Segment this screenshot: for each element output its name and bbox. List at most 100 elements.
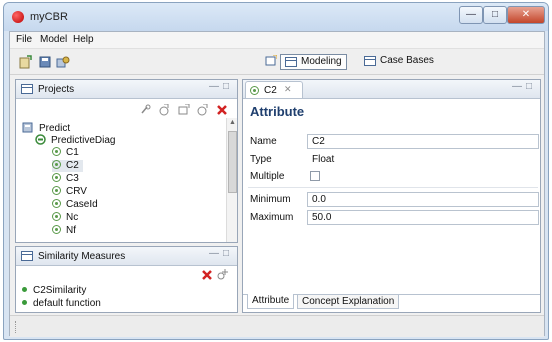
editor-header: C2 ✕ — □ xyxy=(243,80,540,99)
type-label: Type xyxy=(250,154,272,165)
minimize-button[interactable]: — xyxy=(459,6,483,24)
attribute-name: Nc xyxy=(66,212,79,223)
maximize-editor-icon[interactable]: □ xyxy=(526,82,536,93)
close-window-button[interactable]: ✕ xyxy=(507,6,545,24)
attribute-icon xyxy=(52,212,61,221)
case-bases-perspective-icon xyxy=(364,56,376,66)
name-field[interactable]: C2 xyxy=(307,134,539,149)
perspective-modeling-label: Modeling xyxy=(301,56,342,67)
tree-project-predict[interactable]: Predict xyxy=(22,122,70,134)
maximum-label: Maximum xyxy=(250,212,294,223)
window-title: myCBR xyxy=(30,11,68,23)
tab-concept-explanation[interactable]: Concept Explanation xyxy=(297,294,400,309)
tree-attribute-crv[interactable]: CRV xyxy=(52,186,87,198)
attribute-editor: C2 ✕ — □ Attribute Name C2 Type Float Mu… xyxy=(242,79,541,313)
multiple-label: Multiple xyxy=(250,171,285,182)
editor-tab-c2[interactable]: C2 ✕ xyxy=(245,81,303,98)
add-icon[interactable] xyxy=(217,269,228,280)
similarity-view-title: Similarity Measures xyxy=(38,251,126,262)
similarity-view-header: Similarity Measures — □ xyxy=(16,247,237,266)
tree-attribute-nf[interactable]: Nf xyxy=(52,225,76,237)
scroll-up-icon[interactable]: ▲ xyxy=(229,119,236,126)
similarity-actions xyxy=(202,269,228,280)
multiple-checkbox[interactable] xyxy=(310,171,320,181)
similarity-item[interactable]: default function xyxy=(22,298,101,310)
maximize-button[interactable]: □ xyxy=(483,6,507,24)
attribute-name: Nf xyxy=(66,225,76,236)
projects-view: Projects — □ Predict PredictiveDiag C1 C… xyxy=(15,79,238,243)
projects-scrollbar-thumb[interactable] xyxy=(228,131,237,193)
menu-model[interactable]: Model xyxy=(40,34,67,45)
perspective-case-bases-label: Case Bases xyxy=(380,55,434,66)
tab-attribute[interactable]: Attribute xyxy=(247,294,295,309)
toolbar: Modeling Case Bases xyxy=(10,49,544,75)
minimum-field[interactable]: 0.0 xyxy=(307,192,539,207)
maximize-view-icon[interactable]: □ xyxy=(223,82,233,93)
similarity-item[interactable]: C2Similarity xyxy=(22,285,86,297)
attribute-name: C3 xyxy=(66,173,79,184)
tree-attribute-c1[interactable]: C1 xyxy=(52,147,79,159)
minimize-view-icon[interactable]: — xyxy=(209,249,219,260)
add-description-icon[interactable] xyxy=(197,104,208,116)
name-label: Name xyxy=(250,136,277,147)
section-divider xyxy=(248,187,538,188)
projects-view-icon xyxy=(21,84,33,94)
attribute-icon xyxy=(52,173,61,182)
similarity-icon xyxy=(22,300,27,305)
save-icon[interactable] xyxy=(38,55,52,69)
tree-attribute-caseid[interactable]: CaseId xyxy=(52,199,98,211)
projects-view-title: Projects xyxy=(38,84,75,95)
delete-icon[interactable] xyxy=(217,105,227,115)
similarity-item-label: C2Similarity xyxy=(33,285,87,296)
attribute-name: C2 xyxy=(66,160,79,171)
maximize-view-icon[interactable]: □ xyxy=(223,249,233,260)
tree-attribute-nc[interactable]: Nc xyxy=(52,212,78,224)
attribute-name: CaseId xyxy=(66,199,98,210)
open-icon[interactable] xyxy=(56,55,70,69)
open-perspective-icon xyxy=(265,55,277,66)
projects-scrollbar[interactable]: ▲ xyxy=(226,118,237,242)
open-perspective-button[interactable] xyxy=(265,54,277,70)
tree-attribute-c3[interactable]: C3 xyxy=(52,173,79,185)
perspective-case-bases[interactable]: Case Bases xyxy=(360,54,438,70)
delete-icon[interactable] xyxy=(202,270,212,280)
modeling-perspective-icon xyxy=(285,57,297,67)
attribute-name: CRV xyxy=(66,186,87,197)
minimize-editor-icon[interactable]: — xyxy=(512,82,522,93)
editor-tab-label: C2 xyxy=(264,85,277,96)
editor-heading: Attribute xyxy=(250,104,305,119)
menu-bar: File Model Help xyxy=(10,32,544,49)
status-bar-grip xyxy=(15,321,17,333)
similarity-measures-view: Similarity Measures — □ C2Similarity def… xyxy=(15,246,238,313)
concept-name: PredictiveDiag xyxy=(51,135,116,146)
minimum-label: Minimum xyxy=(250,194,291,205)
concept-icon xyxy=(35,134,46,145)
similarity-item-label: default function xyxy=(33,298,101,309)
projects-actions xyxy=(141,104,227,116)
add-concept-icon[interactable] xyxy=(178,104,190,115)
minimize-view-icon[interactable]: — xyxy=(209,82,219,93)
menu-help[interactable]: Help xyxy=(73,34,94,45)
title-bar: myCBR — □ ✕ xyxy=(4,3,548,31)
tree-concept-predictivediag[interactable]: PredictiveDiag xyxy=(35,134,115,146)
attribute-icon xyxy=(52,225,61,234)
project-icon xyxy=(22,122,33,133)
attribute-icon xyxy=(52,199,61,208)
menu-file[interactable]: File xyxy=(16,34,32,45)
attribute-icon xyxy=(250,86,259,95)
app-window: myCBR — □ ✕ File Model Help Modeling Cas… xyxy=(3,2,549,340)
close-tab-icon[interactable]: ✕ xyxy=(284,84,292,95)
new-concept-icon[interactable] xyxy=(141,104,151,114)
tree-attribute-c2[interactable]: C2 xyxy=(52,160,83,172)
add-attribute-icon[interactable] xyxy=(159,104,169,116)
similarity-icon xyxy=(22,287,27,292)
attribute-name: C1 xyxy=(66,147,79,158)
perspective-modeling[interactable]: Modeling xyxy=(280,54,347,70)
status-bar xyxy=(10,315,544,337)
type-value: Float xyxy=(312,154,335,165)
client-area: File Model Help Modeling Case Bases Proj… xyxy=(9,31,545,337)
attribute-icon xyxy=(52,147,61,156)
new-project-icon[interactable] xyxy=(18,55,32,69)
maximum-field[interactable]: 50.0 xyxy=(307,210,539,225)
app-icon xyxy=(12,11,24,23)
